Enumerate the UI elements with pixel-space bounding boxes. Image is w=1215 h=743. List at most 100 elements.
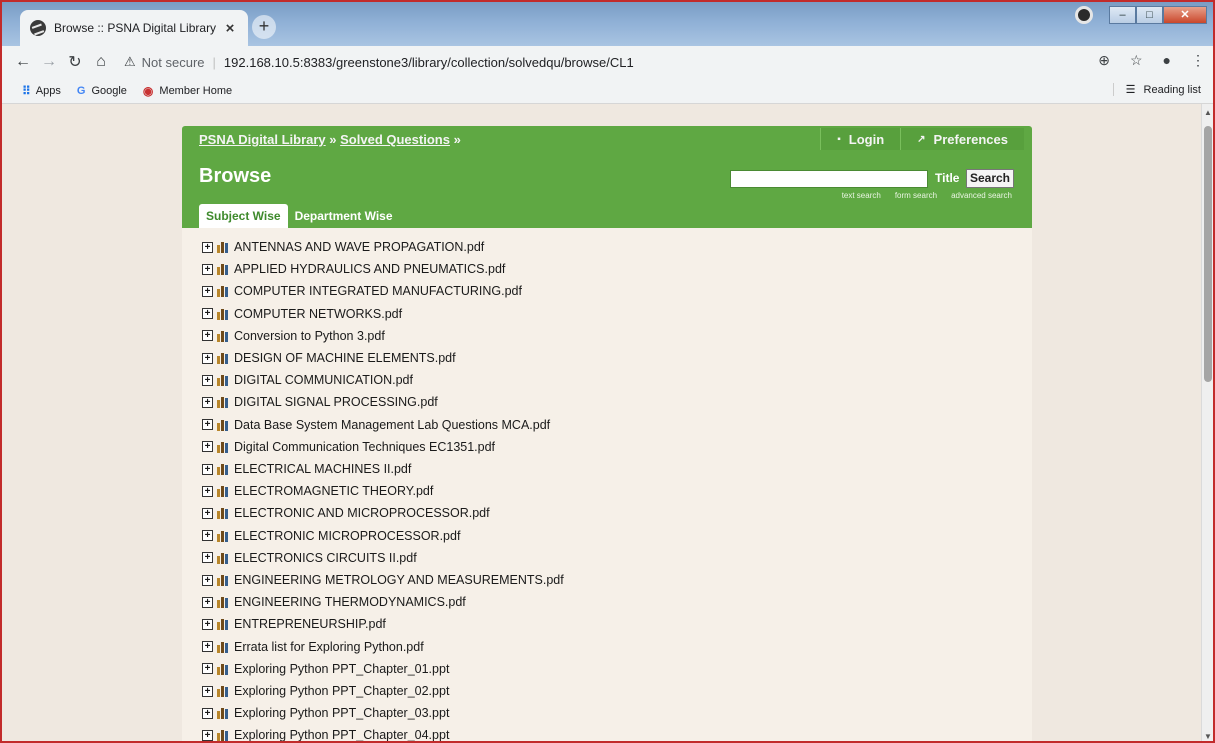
list-item[interactable]: + ELECTROMAGNETIC THEORY.pdf: [202, 480, 433, 502]
list-item[interactable]: + ENGINEERING METROLOGY AND MEASUREMENTS.…: [202, 569, 564, 591]
list-item[interactable]: + Exploring Python PPT_Chapter_03.ppt: [202, 702, 449, 724]
bookmark-apps[interactable]: ⠿ Apps: [22, 84, 61, 98]
list-item-label[interactable]: ELECTRONIC MICROPROCESSOR.pdf: [234, 529, 460, 543]
expand-plus-icon[interactable]: +: [202, 530, 213, 542]
list-item[interactable]: + Data Base System Management Lab Questio…: [202, 414, 550, 436]
profile-icon[interactable]: ●: [1163, 52, 1171, 69]
list-item[interactable]: + DIGITAL SIGNAL PROCESSING.pdf: [202, 391, 438, 413]
bookmark-google[interactable]: G Google: [77, 85, 127, 97]
list-item[interactable]: + DIGITAL COMMUNICATION.pdf: [202, 369, 413, 391]
tab-department-wise[interactable]: Department Wise: [288, 204, 400, 228]
menu-kebab-icon[interactable]: ⋮: [1191, 52, 1205, 69]
list-item[interactable]: + ANTENNAS AND WAVE PROPAGATION.pdf: [202, 236, 484, 258]
list-item-label[interactable]: ANTENNAS AND WAVE PROPAGATION.pdf: [234, 240, 484, 254]
expand-plus-icon[interactable]: +: [202, 618, 213, 630]
expand-plus-icon[interactable]: +: [202, 685, 213, 697]
breadcrumb-library-link[interactable]: PSNA Digital Library: [199, 132, 326, 147]
list-item-label[interactable]: Exploring Python PPT_Chapter_01.ppt: [234, 662, 449, 676]
scrollbar-thumb[interactable]: [1204, 126, 1212, 382]
expand-plus-icon[interactable]: +: [202, 285, 213, 297]
expand-plus-icon[interactable]: +: [202, 263, 213, 275]
expand-plus-icon[interactable]: +: [202, 374, 213, 386]
bookmark-member-home[interactable]: ◉ Member Home: [143, 84, 232, 98]
text-search-link[interactable]: text search: [842, 191, 881, 200]
list-item-label[interactable]: DIGITAL COMMUNICATION.pdf: [234, 373, 413, 387]
list-item[interactable]: + APPLIED HYDRAULICS AND PNEUMATICS.pdf: [202, 258, 505, 280]
scroll-up-arrow-icon[interactable]: ▲: [1204, 108, 1212, 117]
list-item[interactable]: + Exploring Python PPT_Chapter_04.ppt: [202, 724, 449, 741]
list-item[interactable]: + Conversion to Python 3.pdf: [202, 325, 385, 347]
breadcrumb-collection-link[interactable]: Solved Questions: [340, 132, 450, 147]
new-tab-button[interactable]: +: [252, 15, 276, 39]
expand-plus-icon[interactable]: +: [202, 330, 213, 342]
list-item[interactable]: + Errata list for Exploring Python.pdf: [202, 636, 424, 658]
list-item[interactable]: + ENTREPRENEURSHIP.pdf: [202, 613, 386, 635]
list-item[interactable]: + Exploring Python PPT_Chapter_02.ppt: [202, 680, 449, 702]
list-item[interactable]: + ELECTRICAL MACHINES II.pdf: [202, 458, 411, 480]
search-button[interactable]: Search: [966, 169, 1014, 188]
page-scrollbar[interactable]: ▲ ▼: [1201, 104, 1213, 741]
list-item-label[interactable]: Exploring Python PPT_Chapter_03.ppt: [234, 706, 449, 720]
list-item-label[interactable]: Exploring Python PPT_Chapter_04.ppt: [234, 728, 449, 741]
list-item[interactable]: + Digital Communication Techniques EC1351…: [202, 436, 495, 458]
expand-plus-icon[interactable]: +: [202, 308, 213, 320]
list-item-label[interactable]: Conversion to Python 3.pdf: [234, 329, 385, 343]
tab-close-icon[interactable]: ×: [222, 20, 238, 37]
list-item[interactable]: + DESIGN OF MACHINE ELEMENTS.pdf: [202, 347, 456, 369]
list-item-label[interactable]: COMPUTER INTEGRATED MANUFACTURING.pdf: [234, 284, 522, 298]
advanced-search-link[interactable]: advanced search: [951, 191, 1012, 200]
scroll-down-arrow-icon[interactable]: ▼: [1204, 732, 1212, 741]
list-item-label[interactable]: ELECTROMAGNETIC THEORY.pdf: [234, 484, 433, 498]
expand-plus-icon[interactable]: +: [202, 596, 213, 608]
expand-plus-icon[interactable]: +: [202, 574, 213, 586]
expand-plus-icon[interactable]: +: [202, 707, 213, 719]
expand-plus-icon[interactable]: +: [202, 352, 213, 364]
list-item-label[interactable]: ENTREPRENEURSHIP.pdf: [234, 617, 386, 631]
list-item[interactable]: + ELECTRONICS CIRCUITS II.pdf: [202, 547, 417, 569]
expand-plus-icon[interactable]: +: [202, 663, 213, 675]
tab-subject-wise[interactable]: Subject Wise: [199, 204, 288, 228]
list-item[interactable]: + ELECTRONIC MICROPROCESSOR.pdf: [202, 525, 460, 547]
list-item-label[interactable]: Errata list for Exploring Python.pdf: [234, 640, 424, 654]
list-item[interactable]: + ELECTRONIC AND MICROPROCESSOR.pdf: [202, 502, 490, 524]
expand-plus-icon[interactable]: +: [202, 441, 213, 453]
list-item-label[interactable]: ELECTRICAL MACHINES II.pdf: [234, 462, 411, 476]
reading-list-button[interactable]: ☰ Reading list: [1112, 83, 1201, 96]
list-item[interactable]: + COMPUTER NETWORKS.pdf: [202, 303, 402, 325]
url-text[interactable]: 192.168.10.5:8383/greenstone3/library/co…: [224, 55, 634, 70]
list-item-label[interactable]: Exploring Python PPT_Chapter_02.ppt: [234, 684, 449, 698]
list-item[interactable]: + ENGINEERING THERMODYNAMICS.pdf: [202, 591, 466, 613]
expand-plus-icon[interactable]: +: [202, 729, 213, 741]
preferences-button[interactable]: ↗ Preferences: [900, 128, 1024, 150]
list-item-label[interactable]: COMPUTER NETWORKS.pdf: [234, 307, 402, 321]
expand-plus-icon[interactable]: +: [202, 485, 213, 497]
expand-plus-icon[interactable]: +: [202, 507, 213, 519]
expand-plus-icon[interactable]: +: [202, 419, 213, 431]
list-item-label[interactable]: DESIGN OF MACHINE ELEMENTS.pdf: [234, 351, 456, 365]
list-item-label[interactable]: ENGINEERING THERMODYNAMICS.pdf: [234, 595, 466, 609]
expand-plus-icon[interactable]: +: [202, 241, 213, 253]
form-search-link[interactable]: form search: [895, 191, 937, 200]
login-button[interactable]: ▪ Login: [820, 128, 901, 150]
zoom-icon[interactable]: ⊕: [1098, 52, 1110, 69]
list-item-label[interactable]: ELECTRONIC AND MICROPROCESSOR.pdf: [234, 506, 490, 520]
expand-plus-icon[interactable]: +: [202, 641, 213, 653]
maximize-button[interactable]: □: [1136, 6, 1163, 24]
search-input[interactable]: [730, 170, 928, 188]
expand-plus-icon[interactable]: +: [202, 396, 213, 408]
window-close-button[interactable]: ✕: [1163, 6, 1207, 24]
browser-tab[interactable]: Browse :: PSNA Digital Library ×: [20, 10, 248, 46]
home-icon[interactable]: ⌂: [88, 53, 114, 71]
minimize-button[interactable]: –: [1109, 6, 1136, 24]
profile-indicator-icon[interactable]: [1075, 6, 1093, 24]
list-item-label[interactable]: DIGITAL SIGNAL PROCESSING.pdf: [234, 395, 438, 409]
list-item-label[interactable]: Data Base System Management Lab Question…: [234, 418, 550, 432]
back-arrow-icon[interactable]: ←: [10, 53, 36, 71]
list-item-label[interactable]: ELECTRONICS CIRCUITS II.pdf: [234, 551, 417, 565]
list-item-label[interactable]: APPLIED HYDRAULICS AND PNEUMATICS.pdf: [234, 262, 505, 276]
bookmark-star-icon[interactable]: ☆: [1130, 52, 1143, 69]
list-item[interactable]: + COMPUTER INTEGRATED MANUFACTURING.pdf: [202, 280, 522, 302]
reload-icon[interactable]: ↻: [62, 52, 88, 72]
expand-plus-icon[interactable]: +: [202, 463, 213, 475]
list-item-label[interactable]: Digital Communication Techniques EC1351.…: [234, 440, 495, 454]
